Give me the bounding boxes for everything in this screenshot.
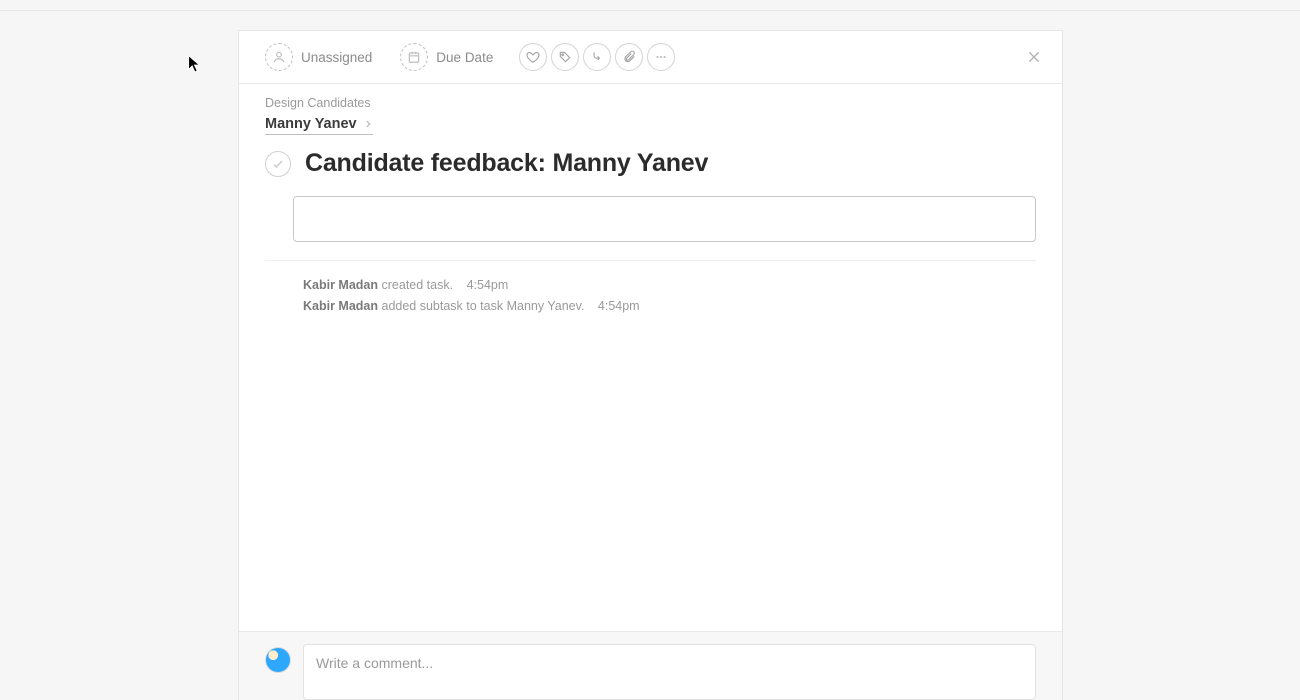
more-button[interactable] xyxy=(647,43,675,71)
tag-button[interactable] xyxy=(551,43,579,71)
close-button[interactable] xyxy=(1022,45,1046,69)
subtask-button[interactable] xyxy=(583,43,611,71)
activity-action: created task. xyxy=(382,278,454,292)
section-divider xyxy=(265,260,1036,261)
activity-action: added subtask to task Manny Yanev. xyxy=(382,299,585,313)
window-divider xyxy=(0,10,1300,11)
attachment-button[interactable] xyxy=(615,43,643,71)
task-body: Design Candidates Manny Yanev Candidate … xyxy=(239,84,1062,631)
comment-input[interactable]: Write a comment... xyxy=(303,644,1036,700)
person-icon xyxy=(265,43,293,71)
assignee-button[interactable]: Unassigned xyxy=(263,41,378,73)
activity-item: Kabir Madan created task. 4:54pm xyxy=(303,275,1036,296)
activity-item: Kabir Madan added subtask to task Manny … xyxy=(303,296,1036,317)
task-title[interactable]: Candidate feedback: Manny Yanev xyxy=(305,149,708,178)
comment-composer: Write a comment... xyxy=(239,631,1062,700)
project-breadcrumb[interactable]: Design Candidates xyxy=(265,94,1036,110)
parent-task-name: Manny Yanev xyxy=(265,116,357,132)
activity-actor: Kabir Madan xyxy=(303,278,378,292)
activity-log: Kabir Madan created task. 4:54pm Kabir M… xyxy=(303,275,1036,318)
task-toolbar: Unassigned Due Date xyxy=(239,31,1062,84)
current-user-avatar xyxy=(265,647,291,673)
description-input[interactable] xyxy=(293,196,1036,242)
title-row: Candidate feedback: Manny Yanev xyxy=(265,149,1036,178)
calendar-icon xyxy=(400,43,428,71)
activity-actor: Kabir Madan xyxy=(303,299,378,313)
like-button[interactable] xyxy=(519,43,547,71)
task-detail-pane: Unassigned Due Date xyxy=(238,30,1063,700)
toolbar-icons xyxy=(519,43,675,71)
due-date-label: Due Date xyxy=(436,50,493,65)
assignee-label: Unassigned xyxy=(301,50,372,65)
complete-toggle[interactable] xyxy=(265,151,291,177)
due-date-button[interactable]: Due Date xyxy=(398,41,499,73)
chevron-right-icon xyxy=(363,119,373,129)
cursor-icon xyxy=(188,55,202,75)
activity-time: 4:54pm xyxy=(598,299,640,313)
parent-task-link[interactable]: Manny Yanev xyxy=(265,116,373,135)
activity-time: 4:54pm xyxy=(467,278,509,292)
